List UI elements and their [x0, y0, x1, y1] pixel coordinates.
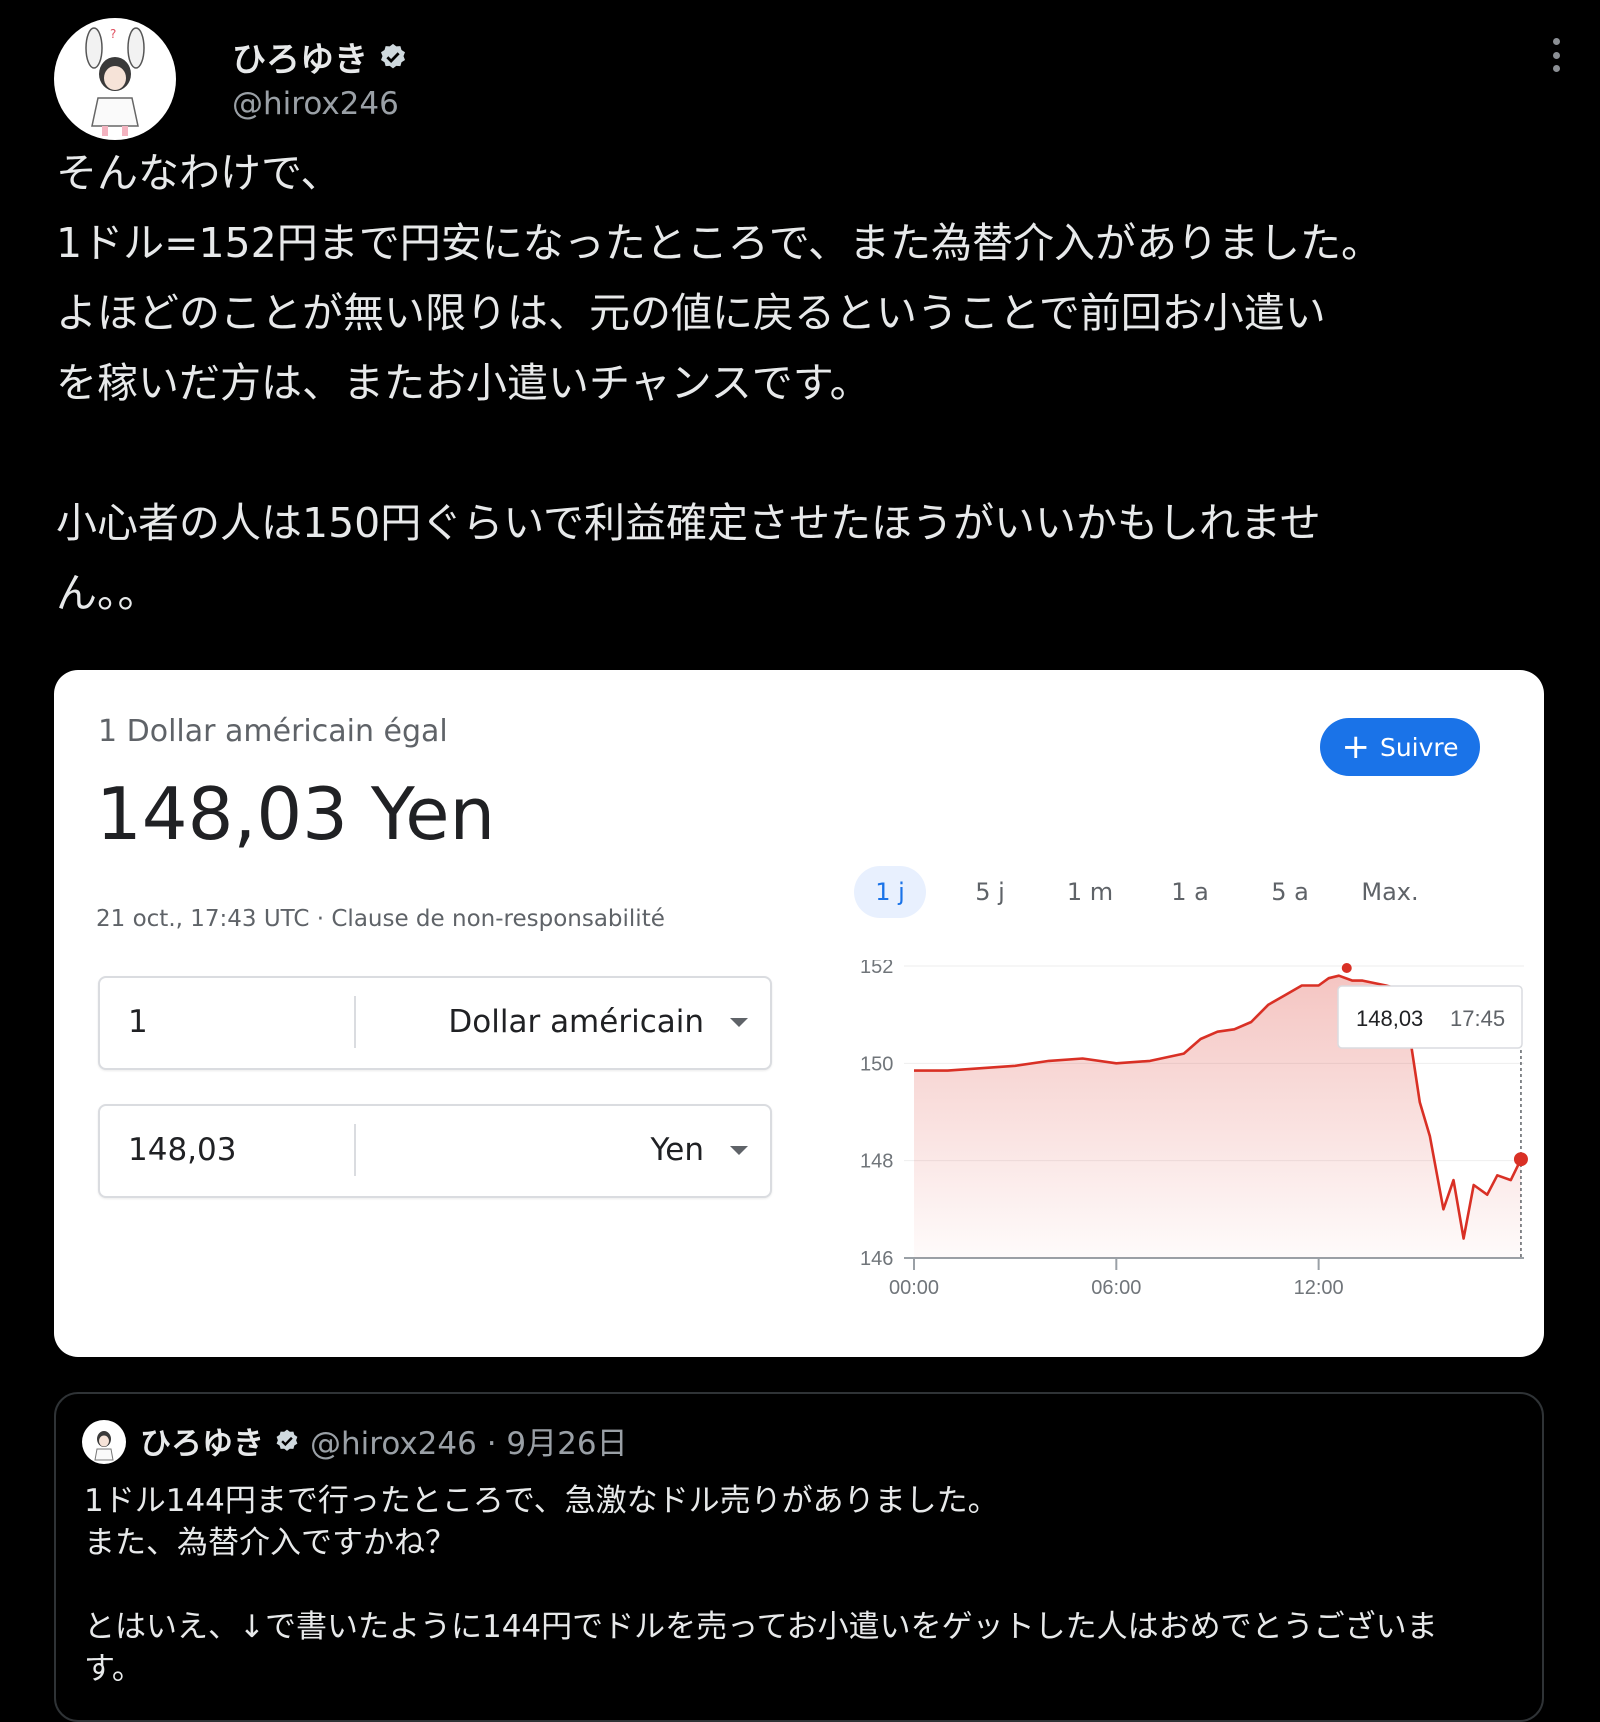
peak-marker [1341, 963, 1352, 973]
range-tab-1j[interactable]: 1 j [854, 866, 926, 918]
follow-button[interactable]: + Suivre [1320, 718, 1480, 776]
tweet-text: そんなわけで、 1ドル=152円まで円安になったところで、また為替介入がありまし… [56, 149, 1383, 617]
quoted-tweet[interactable]: ひろゆき @hirox246 · 9月26日 1ドル144円まで行ったところで、… [54, 1392, 1544, 1722]
author-avatar[interactable]: ? [54, 18, 176, 140]
amount-input-jpy[interactable]: 148,03 [128, 1132, 236, 1168]
amount-input-usd[interactable]: 1 [128, 1004, 148, 1040]
y-tick-label: 152 [860, 960, 893, 978]
author-name[interactable]: ひろゆき [232, 32, 368, 81]
range-tab-max[interactable]: Max. [1340, 866, 1440, 918]
plus-icon: + [1341, 727, 1370, 767]
quoted-author-avatar[interactable] [82, 1420, 126, 1464]
exchange-rate-chart[interactable]: 152 150 148 146 00:00 06:00 12:00 148,03 17:45 [794, 960, 1534, 1340]
more-options-icon[interactable] [1544, 38, 1568, 72]
x-tick-label: 12:00 [1294, 1277, 1344, 1299]
dropdown-arrow-icon[interactable] [730, 1018, 748, 1027]
quoted-handle-date[interactable]: @hirox246 · 9月26日 [310, 1418, 628, 1463]
y-tick-label: 150 [860, 1053, 893, 1075]
x-tick-label: 06:00 [1091, 1277, 1141, 1299]
verified-badge-icon [276, 1429, 298, 1451]
currency-select-jpy[interactable]: Yen [650, 1132, 704, 1168]
quoted-author-name[interactable]: ひろゆき [140, 1418, 264, 1463]
tooltip-value: 148,03 [1356, 1006, 1423, 1031]
currency-select-usd[interactable]: Dollar américain [448, 1004, 704, 1040]
x-tick-label: 00:00 [889, 1277, 939, 1299]
range-tab-1m[interactable]: 1 m [1040, 866, 1140, 918]
range-tabs: 1 j 5 j 1 m 1 a 5 a Max. [854, 866, 1440, 918]
converter-row-usd[interactable]: 1 Dollar américain [98, 976, 772, 1070]
svg-text:?: ? [110, 27, 116, 41]
dropdown-arrow-icon[interactable] [730, 1146, 748, 1155]
range-tab-5a[interactable]: 5 a [1240, 866, 1340, 918]
converter-row-jpy[interactable]: 148,03 Yen [98, 1104, 772, 1198]
quoted-tweet-text: 1ドル144円まで行ったところで、急激なドル売りがありました。 また、為替介入で… [84, 1483, 1438, 1687]
quoted-header: ひろゆき @hirox246 · 9月26日 [140, 1418, 628, 1463]
verified-badge-icon [381, 43, 405, 68]
divider [354, 996, 356, 1048]
currency-card-image[interactable]: 1 Dollar américain égal 148,03 Yen 21 oc… [54, 670, 1544, 1357]
author-name-row: ひろゆき [232, 32, 408, 81]
converter-label: 1 Dollar américain égal [98, 714, 448, 749]
y-tick-label: 148 [860, 1151, 893, 1173]
hover-point [1513, 1152, 1528, 1167]
divider [354, 1124, 356, 1176]
tooltip-time: 17:45 [1450, 1006, 1505, 1031]
author-handle[interactable]: @hirox246 [232, 86, 399, 122]
converter-date: 21 oct., 17:43 UTC · Clause de non-respo… [96, 906, 665, 932]
range-tab-5j[interactable]: 5 j [940, 866, 1040, 918]
y-tick-label: 146 [860, 1248, 893, 1270]
follow-label: Suivre [1379, 732, 1459, 762]
converter-value: 148,03 Yen [96, 772, 496, 856]
range-tab-1a[interactable]: 1 a [1140, 866, 1240, 918]
